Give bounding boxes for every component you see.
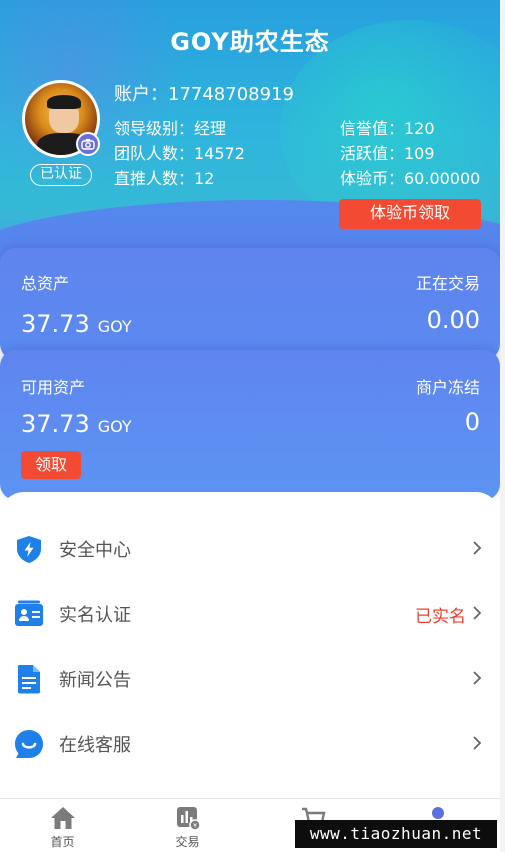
total-assets-card: 总资产 正在交易 37.73 GOY 0.00 xyxy=(0,248,500,360)
menu-item-label: 安全中心 xyxy=(59,540,131,561)
team-count: 团队人数：14572 xyxy=(114,144,245,163)
available-assets-unit: GOY xyxy=(97,417,132,436)
menu-item-online-service[interactable]: 在线客服 xyxy=(0,711,500,775)
tab-label: 交易 xyxy=(175,835,200,849)
verified-badge: 已认证 xyxy=(30,164,92,186)
right-edge-strip xyxy=(500,0,505,852)
trading-value: 0.00 xyxy=(426,306,480,334)
tab-home[interactable]: 首页 xyxy=(0,799,125,852)
shield-lightning-icon xyxy=(17,536,41,563)
total-assets-amount: 37.73 GOY xyxy=(21,310,132,338)
app-page: GOY助农生态 已认证 账户：17748708919 领导级别：经理 团队人数：… xyxy=(0,0,500,852)
chevron-right-icon xyxy=(473,606,482,620)
menu-item-label: 新闻公告 xyxy=(59,670,131,691)
user-stats-left: 领导级别：经理 团队人数：14572 直推人数：12 xyxy=(114,116,245,191)
tab-label: 首页 xyxy=(50,835,75,849)
menu-item-label: 在线客服 xyxy=(59,735,131,756)
activity-score: 活跃值：109 xyxy=(340,144,435,163)
menu-item-news[interactable]: 新闻公告 xyxy=(0,646,500,710)
menu-list: 安全中心 实名认证 已实名 新闻公告 在线客服 xyxy=(0,492,500,798)
site-watermark: www.tiaozhuan.net xyxy=(295,820,497,848)
available-assets-value: 37.73 xyxy=(21,410,90,438)
id-card-icon xyxy=(15,600,43,626)
chevron-right-icon xyxy=(473,671,482,685)
claim-trial-coin-button[interactable]: 体验币领取 xyxy=(339,199,481,229)
available-assets-amount: 37.73 GOY xyxy=(21,410,132,438)
menu-item-security-center[interactable]: 安全中心 xyxy=(0,516,500,580)
verification-status: 已实名 xyxy=(415,607,466,627)
menu-item-real-name-auth[interactable]: 实名认证 已实名 xyxy=(0,581,500,645)
avatar-hair xyxy=(47,95,81,109)
total-assets-unit: GOY xyxy=(97,317,132,336)
chevron-right-icon xyxy=(473,736,482,750)
merchant-frozen-value: 0 xyxy=(464,408,480,436)
document-icon xyxy=(18,665,40,694)
merchant-frozen-label: 商户冻结 xyxy=(415,378,480,397)
total-assets-value: 37.73 xyxy=(21,310,90,338)
account-number: 账户：17748708919 xyxy=(114,84,294,105)
direct-referrals: 直推人数：12 xyxy=(114,169,215,188)
tab-trade[interactable]: ¥ 交易 xyxy=(125,799,250,852)
available-assets-label: 可用资产 xyxy=(21,378,86,397)
trial-coins: 体验币：60.00000 xyxy=(340,169,481,188)
chat-bubble-icon xyxy=(15,730,43,758)
chevron-right-icon xyxy=(473,541,482,555)
page-title: GOY助农生态 xyxy=(170,28,330,56)
menu-item-label: 实名认证 xyxy=(59,605,131,626)
svg-text:¥: ¥ xyxy=(193,823,197,830)
credit-score: 信誉值：120 xyxy=(340,119,435,138)
available-assets-card: 可用资产 商户冻结 37.73 GOY 0 领取 xyxy=(0,350,500,500)
user-stats-right: 信誉值：120 活跃值：109 体验币：60.00000 xyxy=(340,116,480,191)
trade-icon: ¥ xyxy=(177,807,201,831)
home-icon xyxy=(51,807,75,829)
trading-label: 正在交易 xyxy=(415,274,480,293)
total-assets-label: 总资产 xyxy=(21,274,70,293)
camera-icon[interactable] xyxy=(76,132,100,156)
claim-button[interactable]: 领取 xyxy=(21,451,81,479)
leader-level: 领导级别：经理 xyxy=(114,119,227,138)
